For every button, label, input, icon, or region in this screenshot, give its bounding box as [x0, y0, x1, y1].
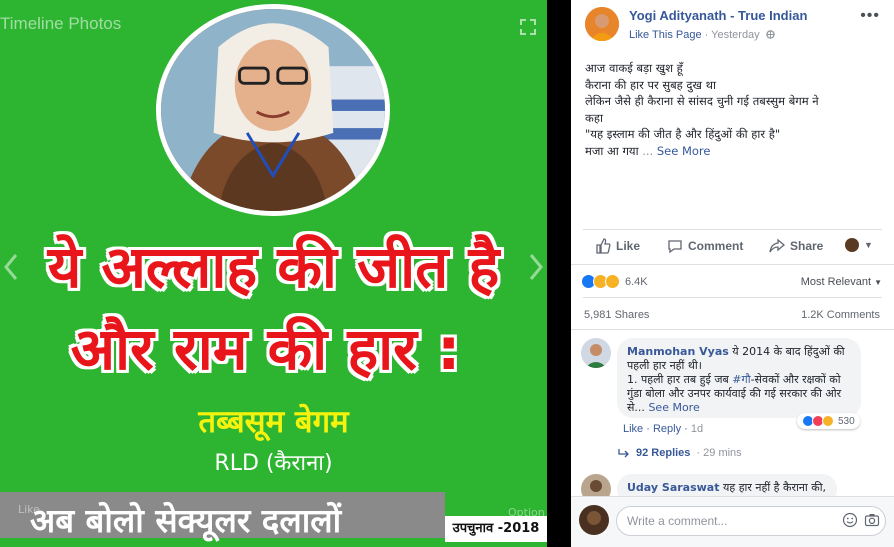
- photo-header: Timeline Photos: [0, 14, 122, 33]
- camera-icon[interactable]: [864, 512, 880, 528]
- expand-icon[interactable]: [519, 18, 537, 36]
- post-meta: Like This Page · Yesterday: [629, 29, 775, 41]
- haha-reaction-icon: [605, 274, 620, 289]
- headline-line-1: ये अल्लाह की जीत है: [47, 233, 500, 301]
- share-button[interactable]: Share: [769, 238, 823, 254]
- comment-time[interactable]: 1d: [691, 423, 703, 435]
- candidate-name: तब्बसूम बेगम: [198, 404, 349, 440]
- sort-comments-dropdown[interactable]: Most Relevant ▼: [801, 276, 882, 288]
- reaction-summary[interactable]: 6.4K: [581, 274, 648, 289]
- comment-actions: Like · Reply · 1d: [623, 423, 704, 435]
- caret-down-icon: ▼: [864, 240, 873, 250]
- panel-gap: [547, 0, 571, 547]
- commenter-avatar[interactable]: [581, 338, 611, 368]
- write-comment-bar: Write a comment...: [571, 496, 894, 547]
- reply-arrow-icon: [618, 449, 629, 458]
- sad-reaction-icon: [822, 415, 834, 427]
- emoji-icon[interactable]: [842, 512, 858, 528]
- post-text: आज वाकई बड़ा खुश हूँ कैराना की हार पर सु…: [585, 61, 819, 158]
- view-replies-link[interactable]: 92 Replies · 29 mins: [618, 447, 742, 459]
- share-arrow-icon: [769, 238, 785, 253]
- comment-reactions[interactable]: 530: [797, 413, 860, 429]
- divider: [571, 264, 894, 265]
- headline-line-2: और राम की हार :: [70, 315, 461, 383]
- post-as-avatar: [845, 238, 859, 252]
- ghost-options-text: Option: [508, 506, 545, 519]
- globe-icon: [766, 30, 775, 39]
- banner-text: अब बोलो सेक्यूलर दलालों: [30, 501, 342, 540]
- ghost-like-text: Like: [18, 503, 40, 516]
- comment-icon: [668, 240, 682, 254]
- more-options-icon[interactable]: •••: [860, 7, 880, 25]
- comment-input-icons: [842, 512, 880, 528]
- election-tag: उपचुनाव -2018: [445, 516, 547, 542]
- hashtag-link[interactable]: #गौ: [732, 373, 750, 386]
- post-timestamp[interactable]: Yesterday: [711, 29, 760, 41]
- divider: [583, 297, 882, 298]
- page-name-link[interactable]: Yogi Adityanath - True Indian: [629, 8, 807, 23]
- post-as-selector[interactable]: ▼: [845, 238, 873, 252]
- like-button[interactable]: Like: [595, 238, 640, 254]
- timeline-photo[interactable]: Timeline Photos ये अल्लाह की जीत है और र…: [0, 0, 547, 547]
- see-more-link[interactable]: See More: [657, 144, 711, 158]
- photo-viewer: Timeline Photos ये अल्लाह की जीत है और र…: [0, 0, 894, 547]
- like-page-link[interactable]: Like This Page: [629, 29, 702, 41]
- thumbs-up-icon: [596, 238, 611, 254]
- comment-author[interactable]: Manmohan Vyas: [627, 345, 729, 358]
- page-avatar[interactable]: [585, 7, 619, 41]
- divider: [583, 229, 882, 230]
- current-user-avatar: [579, 505, 609, 535]
- post-panel: Yogi Adityanath - True Indian Like This …: [571, 0, 894, 547]
- comment-author[interactable]: Uday Saraswat: [627, 481, 719, 494]
- comment-see-more-link[interactable]: See More: [648, 401, 699, 414]
- shares-count[interactable]: 5,981 Shares: [584, 309, 649, 321]
- comment-bubble: Manmohan Vyas ये 2014 के बाद हिंदुओं की …: [617, 338, 861, 418]
- portrait-photo: [156, 4, 390, 216]
- comment-reply-link[interactable]: Reply: [653, 423, 681, 435]
- comment-button[interactable]: Comment: [667, 238, 743, 254]
- party-label: RLD (कैराना): [214, 451, 333, 476]
- caret-down-icon: ▼: [874, 278, 882, 287]
- divider: [571, 329, 894, 330]
- comments-count[interactable]: 1.2K Comments: [801, 309, 880, 321]
- reaction-count: 6.4K: [625, 275, 648, 288]
- comment-like-link[interactable]: Like: [623, 423, 643, 435]
